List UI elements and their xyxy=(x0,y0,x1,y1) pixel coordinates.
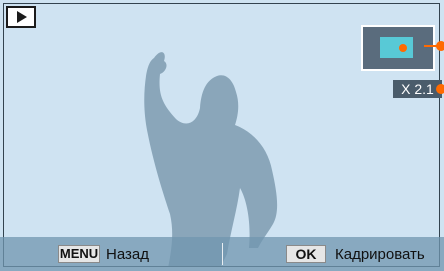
play-mode-icon xyxy=(6,6,36,28)
zoom-position-dot xyxy=(399,44,407,52)
menu-key-button[interactable]: MENU xyxy=(58,245,100,263)
zoom-level-indicator: X 2.1 xyxy=(393,80,442,98)
zoom-viewport-rect xyxy=(380,37,413,58)
crop-label: Кадрировать xyxy=(335,246,425,263)
back-label: Назад xyxy=(106,246,149,263)
zoom-pointer-dot xyxy=(436,84,444,94)
navigator-pointer-dot xyxy=(436,41,444,51)
ok-key-button[interactable]: OK xyxy=(286,245,326,263)
camera-playback-screen: X 2.1 MENU Назад OK Кадрировать xyxy=(0,0,444,271)
bar-divider xyxy=(222,243,223,265)
bottom-action-bar: MENU Назад OK Кадрировать xyxy=(0,237,444,271)
zoom-navigator xyxy=(361,25,435,71)
